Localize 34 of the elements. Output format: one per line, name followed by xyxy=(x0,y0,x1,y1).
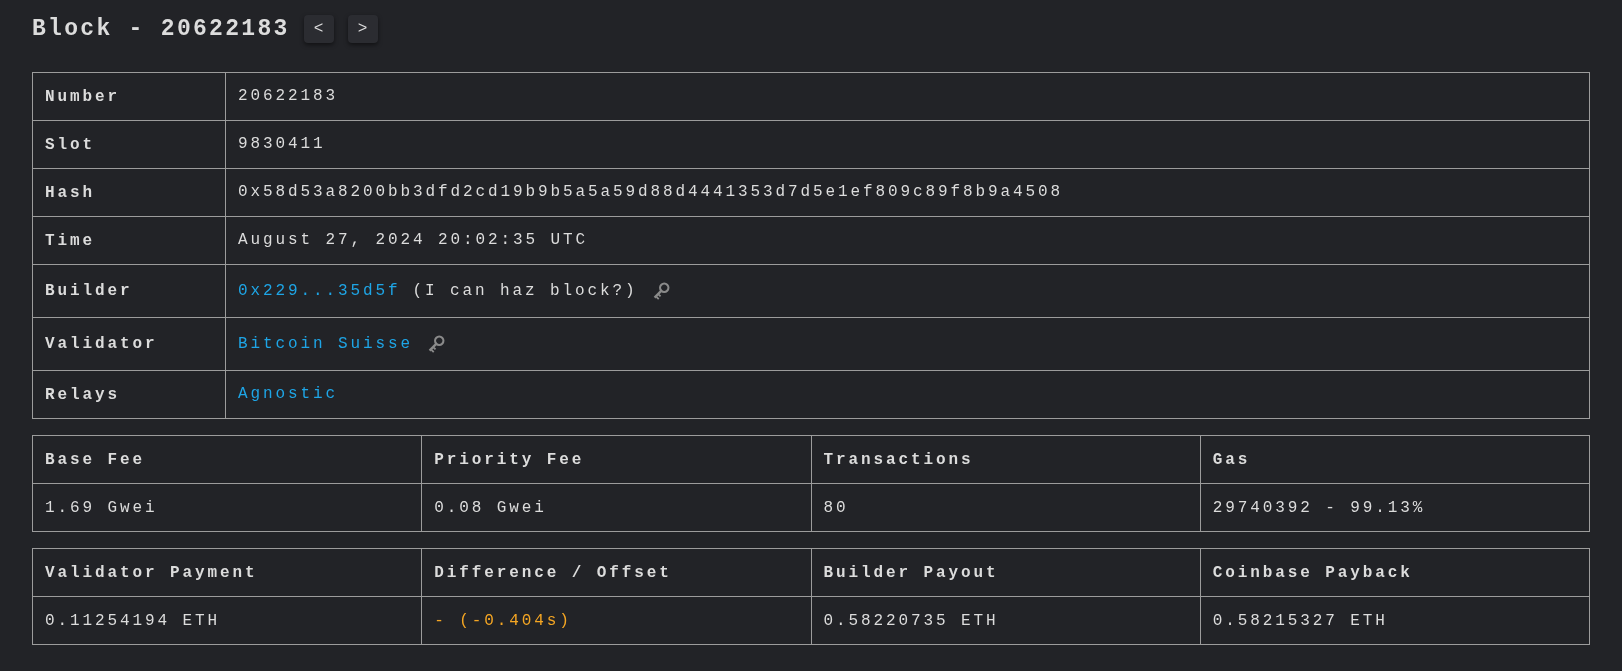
column-header: Builder Payout xyxy=(811,548,1201,597)
row-label: Validator xyxy=(32,317,226,371)
column-header: Priority Fee xyxy=(421,435,811,484)
row-label: Builder xyxy=(32,264,226,318)
stat-value: 80 xyxy=(811,483,1201,532)
nav-button[interactable]: > xyxy=(347,15,378,43)
stat-value: 0.08 Gwei xyxy=(421,483,811,532)
stat-value: 29740392 - 99.13% xyxy=(1200,483,1590,532)
value-text: 0x58d53a8200bb3dfd2cd19b9b5a5a59d88d4441353d7d5e1ef809c89f8b9a4508 xyxy=(238,183,1064,202)
row-label: Time xyxy=(32,216,226,265)
row-label: Relays xyxy=(32,370,226,419)
stat-value: 1.69 Gwei xyxy=(32,483,422,532)
stat-value: 0.58215327 ETH xyxy=(1200,596,1590,645)
value-link[interactable]: Agnostic xyxy=(238,385,338,404)
row-label: Number xyxy=(32,72,226,121)
value-text: 20622183 xyxy=(238,87,338,106)
value-text: (I can haz block?) xyxy=(412,282,638,300)
column-header: Transactions xyxy=(811,435,1201,484)
column-header: Coinbase Payback xyxy=(1200,548,1590,597)
row-label: Slot xyxy=(32,120,226,169)
column-header: Base Fee xyxy=(32,435,422,484)
nav-button[interactable]: < xyxy=(303,15,334,43)
stat-value: 0.11254194 ETH xyxy=(32,596,422,645)
column-header: Difference / Offset xyxy=(421,548,811,597)
row-label: Hash xyxy=(32,168,226,217)
stat-value: - (-0.404s) xyxy=(421,596,811,645)
value-link[interactable]: Bitcoin Suisse xyxy=(238,335,414,353)
value-text: 9830411 xyxy=(238,135,326,154)
value-link[interactable]: 0x229...35d5f xyxy=(238,282,401,300)
column-header: Validator Payment xyxy=(32,548,422,597)
value-text: August 27, 2024 20:02:35 UTC xyxy=(238,231,589,250)
column-header: Gas xyxy=(1200,435,1590,484)
stat-value: 0.58220735 ETH xyxy=(811,596,1201,645)
block-title: Block - 20622183 xyxy=(32,16,290,42)
